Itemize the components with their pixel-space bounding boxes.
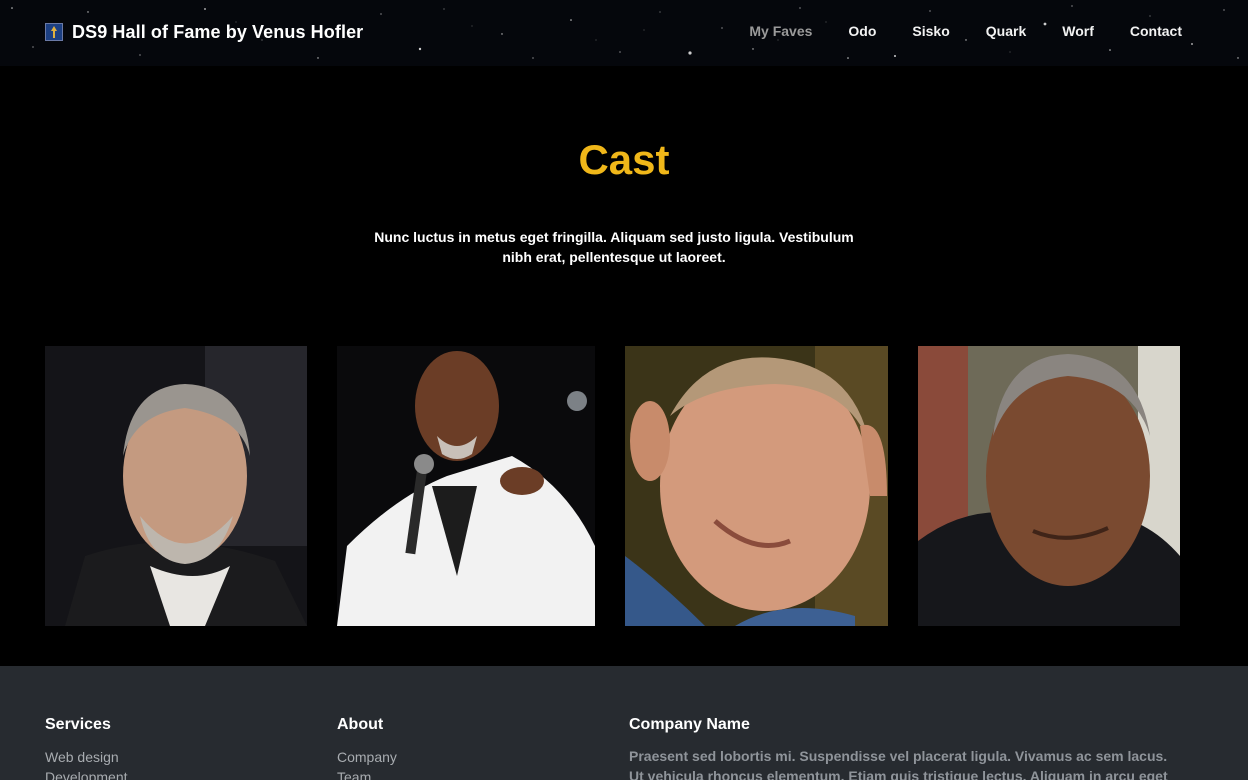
ds9-logo-icon [45,23,63,41]
portrait-image [45,346,307,626]
nav-link-contact[interactable]: Contact [1130,22,1182,40]
cast-photo-1[interactable] [45,346,307,626]
footer-about-list: Company Team [337,747,397,780]
footer-about-title: About [337,716,384,733]
top-navbar: DS9 Hall of Fame by Venus Hofler My Fave… [0,0,1248,66]
nav-link-worf[interactable]: Worf [1062,22,1094,40]
page-title: Cast [578,136,670,183]
footer-company: Company Name Praesent sed lobortis mi. S… [629,716,1169,780]
nav-link-my-faves[interactable]: My Faves [749,22,812,40]
footer-link-web-design[interactable]: Web design [45,747,128,767]
footer: Services Web design Development About Co… [0,666,1248,780]
cast-photo-3[interactable] [625,346,888,626]
footer-link-development[interactable]: Development [45,767,128,780]
portrait-image [337,346,595,626]
nav-link-sisko[interactable]: Sisko [912,22,949,40]
lead-text: Nunc luctus in metus eget fringilla. Ali… [374,229,854,265]
main-nav: My Faves Odo Sisko Quark Worf Contact [713,22,1182,40]
brand-title[interactable]: DS9 Hall of Fame by Venus Hofler [72,22,363,43]
cast-gallery [0,346,1248,626]
portrait-image [625,346,888,626]
brand[interactable]: DS9 Hall of Fame by Venus Hofler [45,20,363,44]
footer-link-company[interactable]: Company [337,747,397,767]
footer-link-team[interactable]: Team [337,767,397,780]
footer-company-title: Company Name [629,716,750,733]
footer-company-text: Praesent sed lobortis mi. Suspendisse ve… [629,748,1168,780]
portrait-image [918,346,1180,626]
nav-link-odo[interactable]: Odo [848,22,876,40]
footer-about: About Company Team [337,716,397,780]
nav-link-quark[interactable]: Quark [986,22,1026,40]
footer-services-title: Services [45,716,111,733]
footer-services-list: Web design Development [45,747,128,780]
cast-photo-4[interactable] [918,346,1180,626]
cast-photo-2[interactable] [337,346,595,626]
footer-services: Services Web design Development [45,716,128,780]
